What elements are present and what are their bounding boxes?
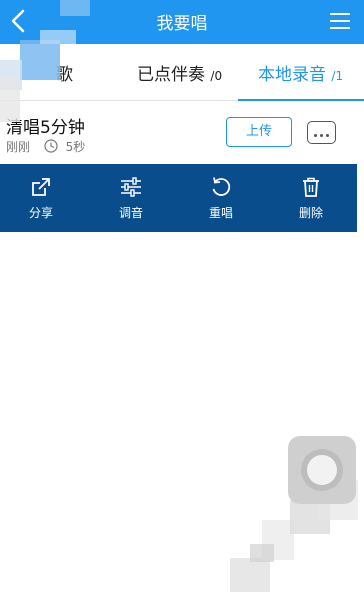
recording-meta: 刚刚 5秒 [6,138,85,155]
resing-label: 重唱 [208,206,233,220]
delete-label: 删除 [298,206,323,220]
assistive-touch-center [307,455,337,485]
tab-count: /0 [210,69,223,83]
dot-icon [314,134,317,137]
assistive-touch-button[interactable] [288,436,356,504]
delete-button[interactable]: 删除 [281,176,341,221]
tune-button[interactable]: 调音 [101,176,161,221]
share-button[interactable]: 分享 [11,176,71,221]
resing-button[interactable]: 重唱 [191,176,251,221]
tab-label: 已点伴奏 [137,65,205,85]
share-label: 分享 [28,206,53,220]
tab-ordered-accompaniment[interactable]: 已点伴奏 /0 [137,60,222,85]
trash-icon [303,177,319,197]
recording-duration: 5秒 [65,140,86,154]
clock-icon [44,139,58,153]
share-icon [32,178,50,196]
tab-label: 本地录音 [258,65,326,85]
equalizer-icon [121,177,141,197]
upload-button[interactable]: 上传 [226,117,292,147]
hamburger-menu-icon[interactable] [330,12,350,30]
tune-label: 调音 [118,206,143,220]
recording-list-item[interactable]: 清唱5分钟 刚刚 5秒 上传 [0,101,364,163]
dot-icon [320,134,323,137]
tab-count: /1 [331,69,344,83]
dot-icon [326,134,329,137]
redo-icon [212,177,231,196]
tab-local-recordings[interactable]: 本地录音 /1 [258,60,343,85]
more-options-button[interactable] [307,121,336,144]
recording-action-bar: 分享 调音 重唱 删除 [0,164,357,232]
recording-time: 刚刚 [6,140,31,154]
